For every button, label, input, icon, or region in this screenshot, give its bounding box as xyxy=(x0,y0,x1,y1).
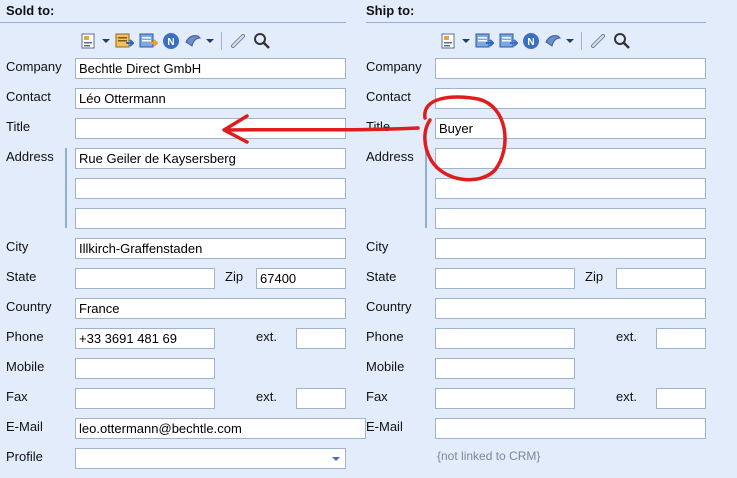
email-field[interactable]: leo.ottermann@bechtle.com xyxy=(75,418,366,439)
fax-ext-label: ext. xyxy=(256,389,277,404)
ship-fax-field[interactable] xyxy=(435,388,575,409)
dropdown-arrow-icon[interactable] xyxy=(102,31,110,51)
company-field[interactable]: Bechtle Direct GmbH xyxy=(75,58,346,79)
toolbar-separator xyxy=(221,32,222,50)
transfer-address-icon[interactable] xyxy=(498,31,518,51)
n-badge-icon[interactable]: N xyxy=(162,31,180,51)
ship-to-heading: Ship to: xyxy=(366,3,415,18)
sold-to-toolbar: N xyxy=(80,30,271,52)
ship-zip-field[interactable] xyxy=(616,268,706,289)
fax-ext-field[interactable] xyxy=(296,388,346,409)
svg-text:N: N xyxy=(167,37,174,48)
zip-field[interactable]: 67400 xyxy=(256,268,346,289)
fax-field[interactable] xyxy=(75,388,215,409)
ship-fax-label: Fax xyxy=(366,389,388,404)
phone-field[interactable]: +33 3691 481 69 xyxy=(75,328,215,349)
ship-phone-label: Phone xyxy=(366,329,404,344)
company-label: Company xyxy=(6,59,62,74)
address-card-icon[interactable] xyxy=(80,31,98,51)
ship-address-line1-field[interactable] xyxy=(435,148,706,169)
contact-field[interactable]: Léo Ottermann xyxy=(75,88,346,109)
ship-zip-label: Zip xyxy=(585,269,604,284)
dropdown-arrow-icon[interactable] xyxy=(566,31,574,51)
ship-to-divider xyxy=(366,22,706,23)
copy-address-icon[interactable] xyxy=(114,31,134,51)
ship-phone-ext-field[interactable] xyxy=(656,328,706,349)
address-group-bar xyxy=(65,148,67,228)
ship-city-field[interactable] xyxy=(435,238,706,259)
search-icon[interactable] xyxy=(613,31,631,51)
map-pin-icon[interactable] xyxy=(544,31,562,51)
transfer-address-icon[interactable] xyxy=(138,31,158,51)
ship-contact-label: Contact xyxy=(366,89,411,104)
link-icon[interactable] xyxy=(589,31,609,51)
address-line1-field[interactable]: Rue Geiler de Kaysersberg xyxy=(75,148,346,169)
country-field[interactable]: France xyxy=(75,298,346,319)
city-label: City xyxy=(6,239,29,254)
sold-to-heading: Sold to: xyxy=(6,3,55,18)
dropdown-arrow-icon[interactable] xyxy=(206,31,214,51)
ship-fax-ext-label: ext. xyxy=(616,389,637,404)
ship-phone-field[interactable] xyxy=(435,328,575,349)
ship-to-toolbar: N xyxy=(440,30,631,52)
ship-city-label: City xyxy=(366,239,389,254)
ship-phone-ext-label: ext. xyxy=(616,329,637,344)
ship-address-group-bar xyxy=(425,148,427,228)
ship-address-label: Address xyxy=(366,149,414,164)
ship-state-label: State xyxy=(366,269,397,284)
email-label: E-Mail xyxy=(6,419,43,434)
mobile-field[interactable] xyxy=(75,358,215,379)
sold-to-divider xyxy=(0,22,346,23)
copy-address-icon[interactable] xyxy=(474,31,494,51)
link-icon[interactable] xyxy=(229,31,249,51)
ship-state-field[interactable] xyxy=(435,268,575,289)
address-line3-field[interactable] xyxy=(75,208,346,229)
map-pin-icon[interactable] xyxy=(184,31,202,51)
ship-mobile-label: Mobile xyxy=(366,359,405,374)
ship-email-field[interactable] xyxy=(435,418,706,439)
dropdown-arrow-icon[interactable] xyxy=(462,31,470,51)
state-field[interactable] xyxy=(75,268,215,289)
city-field[interactable]: Illkirch-Graffenstaden xyxy=(75,238,346,259)
ship-title-field[interactable]: Buyer xyxy=(435,118,706,139)
phone-label: Phone xyxy=(6,329,44,344)
crm-link-status: {not linked to CRM} xyxy=(437,449,541,463)
title-label: Title xyxy=(6,119,31,134)
search-icon[interactable] xyxy=(253,31,271,51)
address-line2-field[interactable] xyxy=(75,178,346,199)
phone-ext-field[interactable] xyxy=(296,328,346,349)
contact-label: Contact xyxy=(6,89,51,104)
phone-ext-label: ext. xyxy=(256,329,277,344)
svg-text:N: N xyxy=(527,37,534,48)
ship-email-label: E-Mail xyxy=(366,419,403,434)
n-badge-icon[interactable]: N xyxy=(522,31,540,51)
mobile-label: Mobile xyxy=(6,359,45,374)
ship-title-label: Title xyxy=(366,119,391,134)
address-label: Address xyxy=(6,149,54,164)
ship-address-line3-field[interactable] xyxy=(435,208,706,229)
ship-address-line2-field[interactable] xyxy=(435,178,706,199)
chevron-down-icon[interactable] xyxy=(332,457,340,461)
ship-fax-ext-field[interactable] xyxy=(656,388,706,409)
ship-country-label: Country xyxy=(366,299,412,314)
state-label: State xyxy=(6,269,37,284)
title-field[interactable] xyxy=(75,118,346,139)
ship-company-field[interactable] xyxy=(435,58,706,79)
address-card-icon[interactable] xyxy=(440,31,458,51)
ship-country-field[interactable] xyxy=(435,298,706,319)
ship-company-label: Company xyxy=(366,59,422,74)
zip-label: Zip xyxy=(225,269,244,284)
ship-mobile-field[interactable] xyxy=(435,358,575,379)
toolbar-separator xyxy=(581,32,582,50)
country-label: Country xyxy=(6,299,52,314)
profile-select[interactable] xyxy=(75,448,346,469)
fax-label: Fax xyxy=(6,389,28,404)
profile-label: Profile xyxy=(6,449,43,464)
ship-contact-field[interactable] xyxy=(435,88,706,109)
